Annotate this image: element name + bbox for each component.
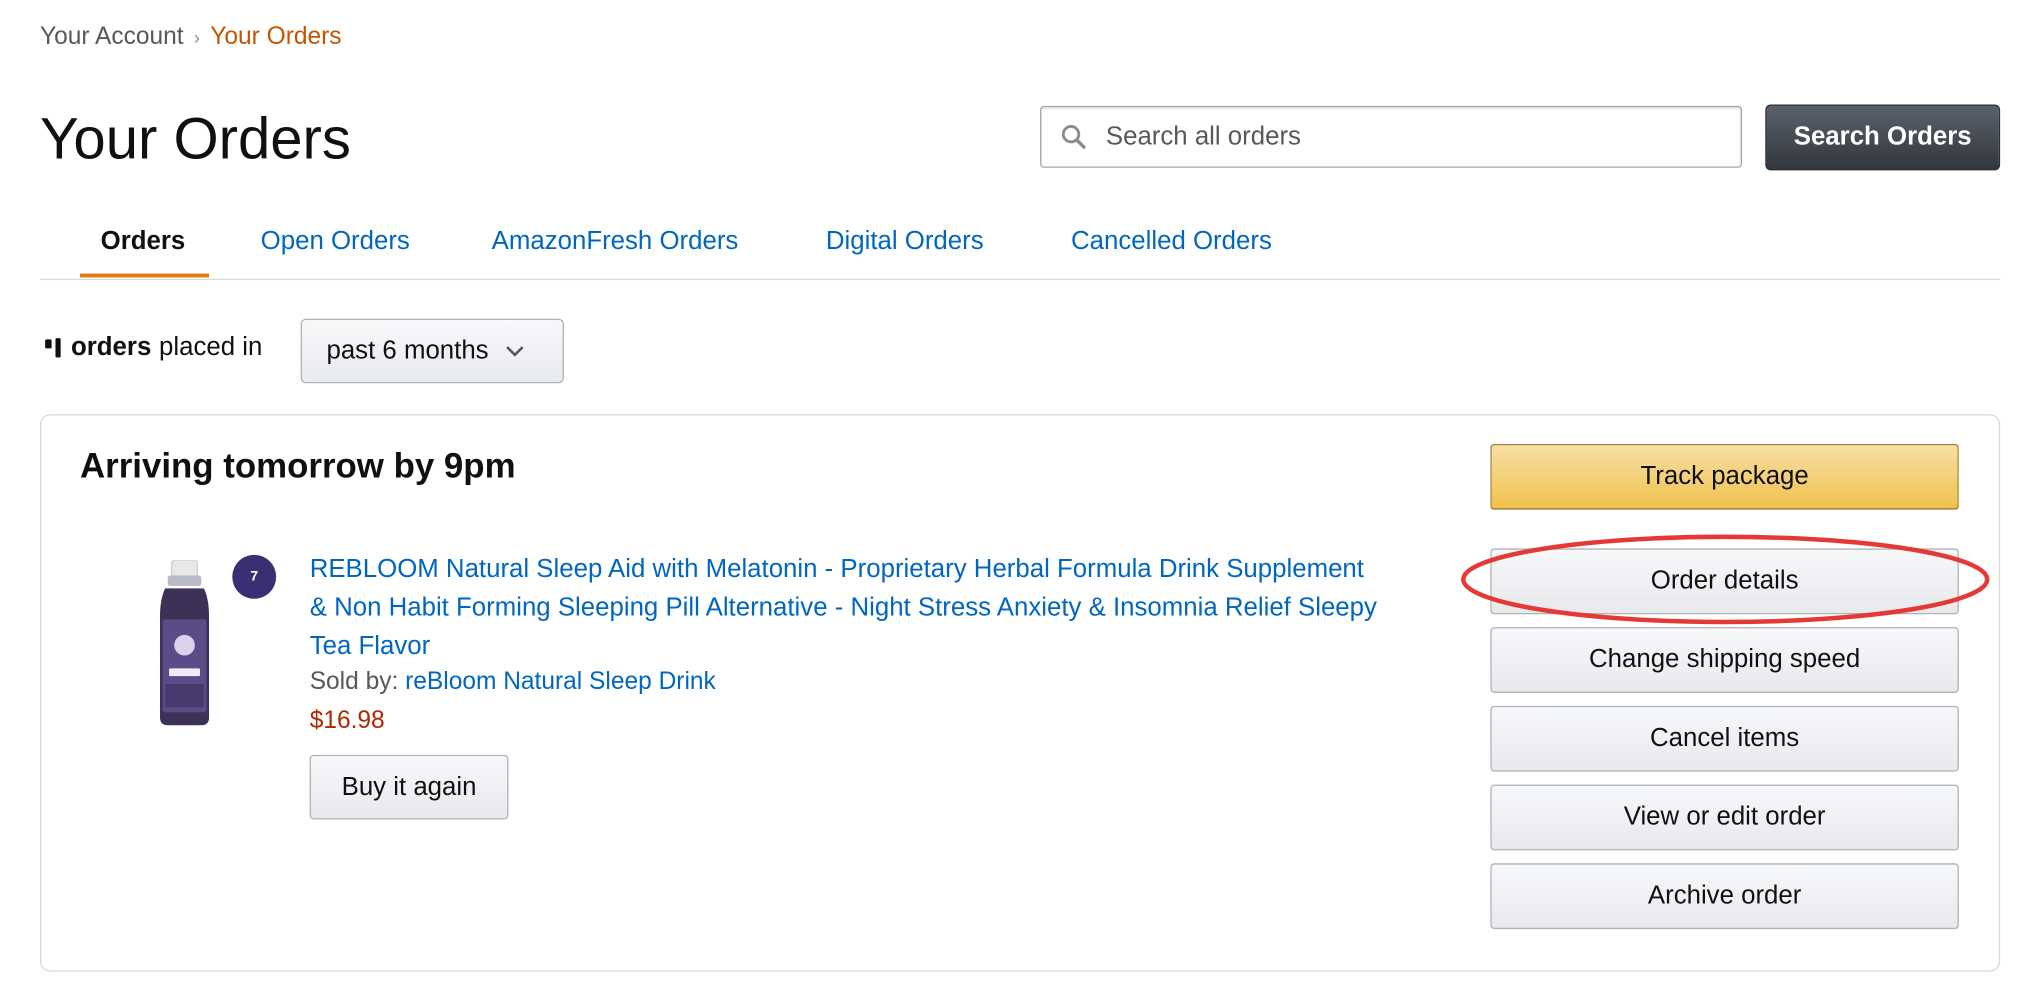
breadcrumb-your-account[interactable]: Your Account bbox=[40, 23, 184, 51]
archive-order-button[interactable]: Archive order bbox=[1490, 863, 1959, 930]
track-package-button[interactable]: Track package bbox=[1490, 443, 1959, 510]
search-icon bbox=[1059, 123, 1087, 151]
product-title-link[interactable]: REBLOOM Natural Sleep Aid with Melatonin… bbox=[310, 550, 1381, 666]
orders-count-label: orders placed in bbox=[45, 333, 262, 363]
order-tabs: Orders Open Orders AmazonFresh Orders Di… bbox=[40, 206, 2001, 281]
tab-amazonfresh-orders[interactable]: AmazonFresh Orders bbox=[492, 227, 739, 257]
orders-page: Your Account › Your Orders Your Orders S… bbox=[0, 0, 2026, 991]
active-tab-underline bbox=[80, 273, 210, 278]
time-period-select[interactable]: past 6 months bbox=[300, 318, 564, 384]
quantity-badge: 7 bbox=[232, 554, 277, 599]
change-shipping-speed-button[interactable]: Change shipping speed bbox=[1490, 627, 1959, 693]
arrival-status: Arriving tomorrow by 9pm bbox=[80, 446, 516, 486]
buy-it-again-button[interactable]: Buy it again bbox=[309, 754, 509, 820]
tab-orders[interactable]: Orders bbox=[101, 227, 186, 257]
redacted-order-count bbox=[45, 338, 61, 358]
seller-link[interactable]: reBloom Natural Sleep Drink bbox=[405, 668, 716, 695]
product-image[interactable] bbox=[152, 559, 217, 728]
search-orders-button[interactable]: Search Orders bbox=[1765, 104, 2001, 171]
search-input[interactable] bbox=[1103, 120, 1703, 153]
order-details-button[interactable]: Order details bbox=[1490, 548, 1959, 615]
tab-cancelled-orders[interactable]: Cancelled Orders bbox=[1071, 227, 1272, 257]
view-or-edit-order-button[interactable]: View or edit order bbox=[1490, 784, 1959, 851]
breadcrumb-your-orders[interactable]: Your Orders bbox=[210, 23, 341, 51]
breadcrumb-separator: › bbox=[193, 27, 200, 48]
cancel-items-button[interactable]: Cancel items bbox=[1490, 705, 1959, 772]
tab-digital-orders[interactable]: Digital Orders bbox=[826, 227, 984, 257]
search-box[interactable] bbox=[1040, 105, 1743, 168]
sold-by-label: Sold by: bbox=[309, 668, 399, 696]
placed-in-text: placed in bbox=[159, 332, 263, 362]
sold-by-line: Sold by: reBloom Natural Sleep Drink bbox=[310, 668, 716, 696]
item-price: $16.98 bbox=[309, 707, 385, 735]
quantity-badge-number: 7 bbox=[250, 569, 259, 585]
tab-open-orders[interactable]: Open Orders bbox=[261, 227, 410, 257]
time-period-value: past 6 months bbox=[326, 336, 489, 365]
chevron-down-icon bbox=[504, 345, 525, 358]
orders-word: orders bbox=[70, 332, 152, 362]
page-title: Your Orders bbox=[40, 105, 351, 172]
breadcrumb: Your Account › Your Orders bbox=[40, 23, 342, 51]
